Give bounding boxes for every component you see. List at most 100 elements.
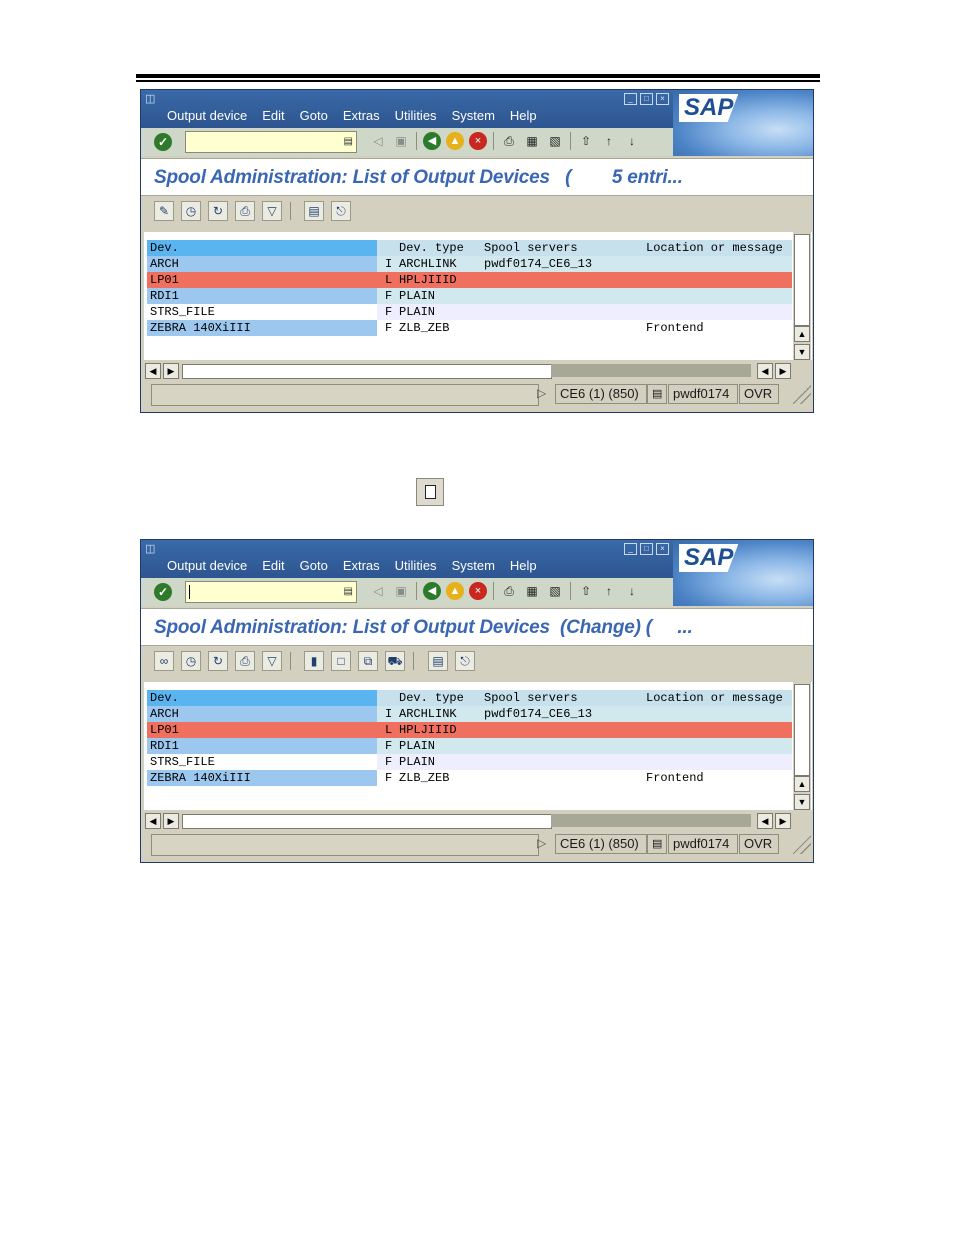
back-icon[interactable]: ◀ (423, 132, 441, 150)
find-next-icon[interactable]: ▧ (546, 582, 564, 600)
scroll-right-icon[interactable]: ▶ (775, 363, 791, 379)
edit-pencil-icon[interactable]: ✎ (154, 201, 174, 221)
find-next-icon[interactable]: ▧ (546, 132, 564, 150)
first-page-icon[interactable]: ⇧ (577, 582, 595, 600)
column-location[interactable]: Location or message (646, 240, 783, 256)
refresh-icon[interactable]: ↻ (208, 651, 228, 671)
next-page-icon[interactable]: ↓ (623, 132, 641, 150)
print-icon[interactable]: ⎙ (500, 582, 518, 600)
menu-output-device[interactable]: Output device (167, 108, 247, 124)
first-page-icon[interactable]: ⇧ (577, 132, 595, 150)
column-dev-type[interactable]: Dev. type (399, 690, 464, 706)
refresh-icon[interactable]: ↻ (208, 201, 228, 221)
list-item[interactable]: STRS_FILE F PLAIN (144, 754, 792, 770)
find-icon[interactable]: ▦ (523, 582, 541, 600)
vertical-scrollbar[interactable]: ▲ ▼ (793, 682, 811, 812)
menu-system[interactable]: System (452, 108, 495, 124)
scroll-left-icon[interactable]: ◀ (757, 363, 773, 379)
command-history-icon[interactable]: ▤ (344, 135, 353, 149)
column-dev-type[interactable]: Dev. type (399, 240, 464, 256)
back-icon[interactable]: ◀ (423, 582, 441, 600)
print-icon[interactable]: ⎙ (500, 132, 518, 150)
minimize-icon[interactable]: _ (624, 543, 637, 555)
scroll-right-icon[interactable]: ▶ (163, 813, 179, 829)
column-spool-servers[interactable]: Spool servers (484, 240, 578, 256)
create-document-icon[interactable]: □ (331, 651, 351, 671)
resize-grip-icon[interactable] (793, 834, 811, 854)
column-spool-servers[interactable]: Spool servers (484, 690, 578, 706)
clock-icon[interactable]: ◷ (181, 651, 201, 671)
maximize-icon[interactable]: □ (640, 543, 653, 555)
menu-edit[interactable]: Edit (262, 558, 284, 574)
menu-edit[interactable]: Edit (262, 108, 284, 124)
resize-grip-icon[interactable] (793, 384, 811, 404)
filter-icon[interactable]: ▽ (262, 201, 282, 221)
close-icon[interactable]: × (656, 93, 669, 105)
transport-icon[interactable]: ⛟ (385, 651, 405, 671)
expand-triangle-icon[interactable]: ▷ (537, 836, 546, 850)
scroll-down-icon[interactable]: ▼ (794, 344, 810, 360)
expand-triangle-icon[interactable]: ▷ (537, 386, 546, 400)
column-dev[interactable]: Dev. (150, 691, 179, 705)
system-info-icon[interactable]: ▤ (647, 834, 667, 854)
list-item[interactable]: ARCH I ARCHLINK pwdf0174_CE6_13 (144, 256, 792, 272)
menu-output-device[interactable]: Output device (167, 558, 247, 574)
enter-checkmark-icon[interactable]: ✓ (154, 583, 172, 601)
previous-page-icon[interactable]: ↑ (600, 132, 618, 150)
list-item-selected[interactable]: LP01 L HPLJIIID (144, 722, 792, 738)
stamp-icon[interactable]: ⎋ (331, 201, 351, 221)
system-info-icon[interactable]: ▤ (647, 384, 667, 404)
printer-icon[interactable]: ⎙ (235, 651, 255, 671)
scroll-right-icon[interactable]: ▶ (775, 813, 791, 829)
list-item[interactable]: ARCH I ARCHLINK pwdf0174_CE6_13 (144, 706, 792, 722)
menu-help[interactable]: Help (510, 558, 537, 574)
clock-icon[interactable]: ◷ (181, 201, 201, 221)
stamp-icon[interactable]: ⎋ (455, 651, 475, 671)
menu-goto[interactable]: Goto (300, 108, 328, 124)
system-info[interactable]: CE6 (1) (850) (555, 384, 647, 404)
menu-extras[interactable]: Extras (343, 558, 380, 574)
command-history-icon[interactable]: ▤ (344, 585, 353, 599)
cancel-icon[interactable]: × (469, 582, 487, 600)
menu-system[interactable]: System (452, 558, 495, 574)
next-page-icon[interactable]: ↓ (623, 582, 641, 600)
menu-goto[interactable]: Goto (300, 558, 328, 574)
menu-utilities[interactable]: Utilities (395, 558, 437, 574)
scroll-right-icon[interactable]: ▶ (163, 363, 179, 379)
printer-icon[interactable]: ⎙ (235, 201, 255, 221)
insert-mode[interactable]: OVR (739, 384, 779, 404)
maximize-icon[interactable]: □ (640, 93, 653, 105)
details-icon[interactable]: ▤ (304, 201, 324, 221)
details-icon[interactable]: ▤ (428, 651, 448, 671)
column-location[interactable]: Location or message (646, 690, 783, 706)
scroll-left-icon[interactable]: ◀ (145, 813, 161, 829)
scroll-left-icon[interactable]: ◀ (145, 363, 161, 379)
list-item[interactable]: ZEBRA 140XiIII F ZLB_ZEB Frontend (144, 320, 792, 336)
scroll-up-icon[interactable]: ▲ (794, 776, 810, 792)
insert-mode[interactable]: OVR (739, 834, 779, 854)
system-info[interactable]: CE6 (1) (850) (555, 834, 647, 854)
horizontal-scrollbar[interactable]: ◀ ▶ ◀ ▶ (141, 812, 813, 830)
vertical-scrollbar[interactable]: ▲ ▼ (793, 232, 811, 362)
column-dev[interactable]: Dev. (150, 241, 179, 255)
cancel-icon[interactable]: × (469, 132, 487, 150)
scroll-left-icon[interactable]: ◀ (757, 813, 773, 829)
menu-utilities[interactable]: Utilities (395, 108, 437, 124)
enter-checkmark-icon[interactable]: ✓ (154, 133, 172, 151)
find-icon[interactable]: ▦ (523, 132, 541, 150)
command-field[interactable]: ▤ (185, 581, 357, 603)
scroll-down-icon[interactable]: ▼ (794, 794, 810, 810)
list-item[interactable]: RDI1 F PLAIN (144, 288, 792, 304)
system-menu-icon[interactable]: ◫ (145, 543, 159, 555)
filter-icon[interactable]: ▽ (262, 651, 282, 671)
menu-help[interactable]: Help (510, 108, 537, 124)
display-change-glasses-icon[interactable]: ∞ (154, 651, 174, 671)
list-item[interactable]: RDI1 F PLAIN (144, 738, 792, 754)
copy-icon[interactable]: ⧉ (358, 651, 378, 671)
delete-trash-icon[interactable]: ▮ (304, 651, 324, 671)
horizontal-scrollbar[interactable]: ◀ ▶ ◀ ▶ (141, 362, 813, 380)
menu-extras[interactable]: Extras (343, 108, 380, 124)
previous-page-icon[interactable]: ↑ (600, 582, 618, 600)
minimize-icon[interactable]: _ (624, 93, 637, 105)
system-menu-icon[interactable]: ◫ (145, 93, 159, 105)
